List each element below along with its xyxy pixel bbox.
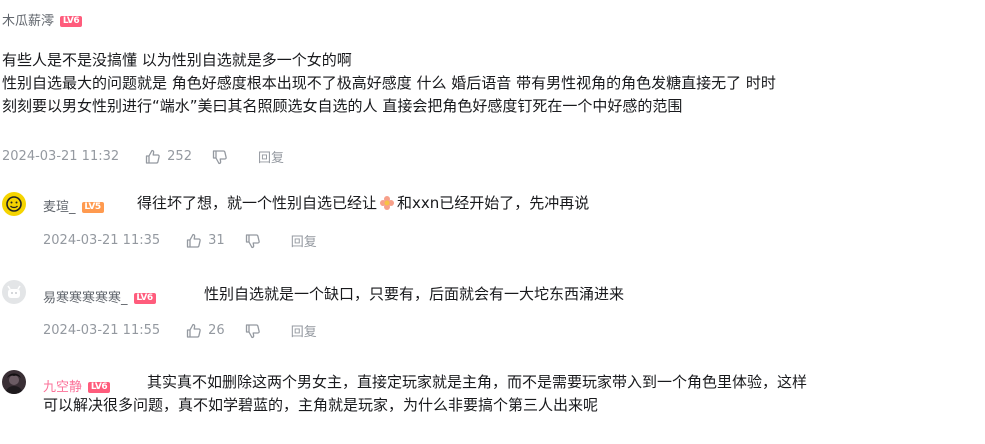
- reply-button[interactable]: 回复: [258, 147, 284, 166]
- comment-time: 2024-03-21 11:35: [43, 233, 161, 248]
- reply-1-text-part: 和xxn已经开始了，先冲再说: [397, 194, 590, 212]
- reply-1-meta: 2024-03-21 11:35 31 回复: [43, 231, 317, 250]
- reply-3-line: 其实真不如删除这两个男女主，直接定玩家就是主角，而不是需要玩家带入到一个角色里体…: [147, 373, 808, 391]
- reply-2-username-row: 易寒寒寒寒寒_ LV6: [43, 287, 156, 306]
- comment-time: 2024-03-21 11:32: [2, 149, 120, 164]
- avatar-image-icon: [5, 373, 23, 394]
- thumb-up-icon: [187, 323, 201, 338]
- comment-1-line: 有些人是不是没搞懂 以为性别自选就是多一个女的啊: [2, 51, 352, 69]
- comment-time: 2024-03-21 11:55: [43, 323, 161, 338]
- comment-1-line: 刻刻要以男女性别进行“端水”美曰其名照顾选女自选的人 直接会把角色好感度钉死在一…: [2, 97, 683, 115]
- avatar[interactable]: [2, 192, 26, 216]
- dislike-button[interactable]: [212, 149, 234, 165]
- default-avatar-icon: [7, 285, 21, 298]
- like-button[interactable]: 252: [145, 149, 192, 165]
- level-badge: LV5: [81, 202, 104, 213]
- dislike-button[interactable]: [245, 233, 267, 249]
- reply-2-username[interactable]: 易寒寒寒寒寒_: [43, 291, 128, 306]
- thumb-down-icon: [245, 233, 260, 248]
- reply-2-meta: 2024-03-21 11:55 26 回复: [43, 321, 317, 340]
- thumb-up-icon: [187, 233, 201, 248]
- reply-1-content: 得往坏了想，就一个性别自选已经让 和xxn已经开始了，先冲再说: [137, 192, 589, 218]
- thumb-up-icon: [146, 149, 160, 164]
- comment-1-content: 有些人是不是没搞懂 以为性别自选就是多一个女的啊 性别自选最大的问题就是 角色好…: [2, 49, 982, 118]
- reply-1-username[interactable]: 麦瑄_: [43, 200, 76, 215]
- comment-1-username-row: 木瓜薪澪 LV6: [2, 10, 83, 29]
- dislike-button[interactable]: [245, 323, 267, 339]
- avatar[interactable]: [2, 370, 26, 394]
- comment-1-username[interactable]: 木瓜薪澪: [2, 14, 54, 29]
- reply-2-content: 性别自选就是一个缺口，只要有，后面就会有一大坨东西涌进来: [204, 285, 625, 303]
- level-badge: LV6: [60, 16, 83, 27]
- flower-emoji-icon: [379, 195, 395, 218]
- like-button[interactable]: 31: [186, 233, 225, 249]
- comment-1-meta: 2024-03-21 11:32 252 回复: [2, 147, 284, 166]
- like-count: 31: [208, 233, 225, 248]
- avatar-face-icon: [6, 196, 22, 212]
- thumb-down-icon: [212, 149, 227, 164]
- thumb-down-icon: [245, 323, 260, 338]
- like-button[interactable]: 26: [186, 323, 225, 339]
- reply-button[interactable]: 回复: [291, 321, 317, 340]
- level-badge: LV6: [133, 293, 156, 304]
- reply-3-line: 可以解决很多问题，真不如学碧蓝的，主角就是玩家，为什么非要搞个第三人出来呢: [43, 396, 599, 414]
- reply-3-content: 其实真不如删除这两个男女主，直接定玩家就是主角，而不是需要玩家带入到一个角色里体…: [43, 371, 973, 417]
- reply-1-text-part: 得往坏了想，就一个性别自选已经让: [137, 194, 378, 212]
- comment-1-line: 性别自选最大的问题就是 角色好感度根本出现不了极高好感度 什么 婚后语音 带有男…: [2, 74, 776, 92]
- reply-1-username-row: 麦瑄_ LV5: [43, 196, 104, 215]
- avatar[interactable]: [2, 280, 26, 304]
- like-count: 252: [167, 149, 192, 164]
- like-count: 26: [208, 323, 225, 338]
- reply-button[interactable]: 回复: [291, 231, 317, 250]
